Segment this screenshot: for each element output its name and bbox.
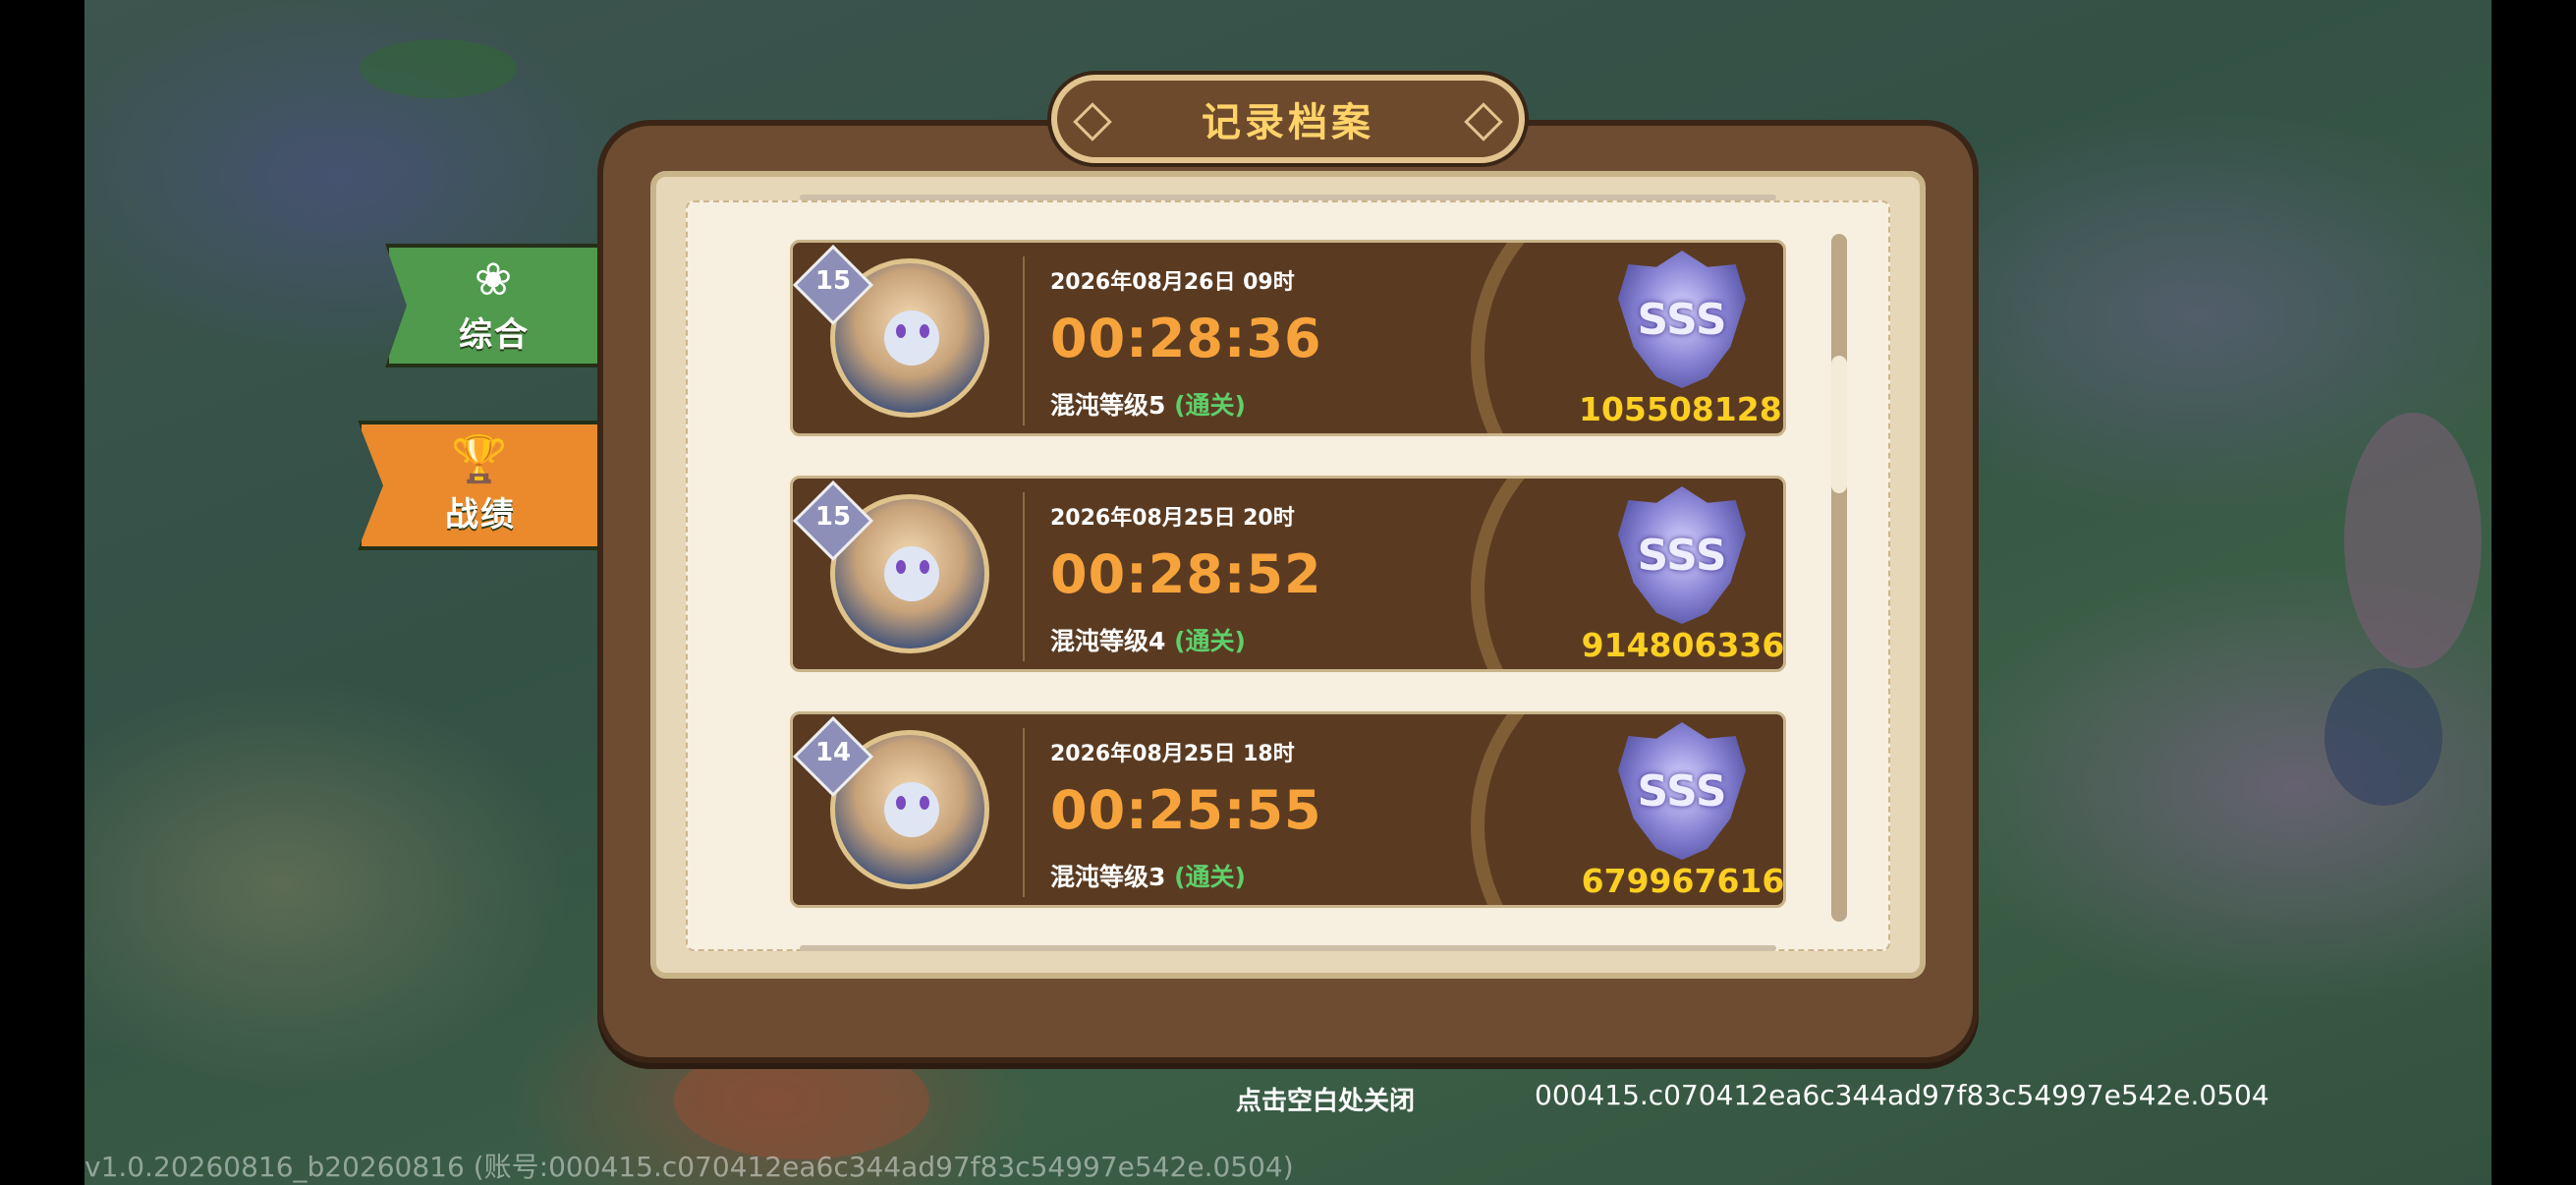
tab-records[interactable]: 🏆 战绩 bbox=[358, 421, 603, 550]
tab-comprehensive[interactable]: ❀ 综合 bbox=[385, 244, 603, 367]
level-number: 15 bbox=[814, 502, 852, 532]
divider bbox=[1023, 728, 1025, 897]
record-date: 2026年08月25日 20时 bbox=[1050, 506, 1295, 531]
tab-label: 战绩 bbox=[445, 494, 516, 535]
cleared-status: (通关) bbox=[1174, 863, 1246, 891]
trophy-icon: 🏆 bbox=[451, 431, 510, 485]
avatar-eye bbox=[920, 796, 929, 810]
avatar-face bbox=[884, 310, 939, 366]
avatar-face bbox=[884, 782, 939, 837]
diamond-ornament-icon bbox=[1464, 102, 1503, 141]
avatar-eye bbox=[920, 560, 929, 574]
avatar-eye bbox=[896, 560, 906, 574]
divider bbox=[1023, 492, 1025, 661]
clear-time: 00:28:36 bbox=[1050, 308, 1322, 369]
record-score: 1055081280 bbox=[1579, 390, 1786, 428]
stage-name: 混沌等级5 bbox=[1050, 391, 1166, 420]
stage-name: 混沌等级3 bbox=[1050, 863, 1166, 891]
panel-title: 记录档案 bbox=[1202, 100, 1374, 145]
cleared-status: (通关) bbox=[1174, 391, 1246, 420]
scrollbar-thumb[interactable] bbox=[1831, 356, 1847, 493]
tab-label: 综合 bbox=[459, 314, 530, 355]
record-date: 2026年08月26日 09时 bbox=[1050, 270, 1295, 295]
scrollbar-track[interactable] bbox=[1831, 234, 1847, 922]
clear-time: 00:25:55 bbox=[1050, 779, 1322, 841]
stage-label: 混沌等级4 (通关) bbox=[1050, 622, 1246, 657]
stage-label: 混沌等级3 (通关) bbox=[1050, 858, 1246, 893]
avatar-face bbox=[884, 546, 939, 601]
divider bbox=[1023, 256, 1025, 425]
record-card[interactable]: 14 2026年08月25日 18时 00:25:55 混沌等级3 (通关) S… bbox=[790, 711, 1786, 908]
divider bbox=[800, 195, 1776, 200]
version-text: v1.0.20260816_b20260816 (账号:000415.c0704… bbox=[84, 1151, 1294, 1183]
level-number: 15 bbox=[814, 266, 852, 296]
stage-label: 混沌等级5 (通关) bbox=[1050, 386, 1246, 422]
level-number: 14 bbox=[814, 738, 852, 767]
panel-title-banner: 记录档案 bbox=[1051, 75, 1525, 163]
avatar-eye bbox=[920, 324, 929, 338]
diamond-ornament-icon bbox=[1073, 102, 1112, 141]
record-card[interactable]: 15 2026年08月26日 09时 00:28:36 混沌等级5 (通关) S… bbox=[790, 240, 1786, 436]
avatar-eye bbox=[896, 796, 906, 810]
close-hint: 点击空白处关闭 bbox=[1236, 1087, 1416, 1116]
record-card[interactable]: 15 2026年08月25日 20时 00:28:52 混沌等级4 (通关) S… bbox=[790, 476, 1786, 672]
divider bbox=[800, 945, 1776, 951]
clear-time: 00:28:52 bbox=[1050, 543, 1322, 605]
record-date: 2026年08月25日 18时 bbox=[1050, 742, 1295, 766]
stage-name: 混沌等级4 bbox=[1050, 627, 1166, 655]
record-score: 914806336 bbox=[1581, 626, 1785, 664]
account-id: 000415.c070412ea6c344ad97f83c54997e542e.… bbox=[1535, 1079, 2269, 1111]
lotus-icon: ❀ bbox=[474, 252, 515, 306]
record-score: 679967616 bbox=[1581, 862, 1785, 900]
cleared-status: (通关) bbox=[1174, 627, 1246, 655]
avatar-eye bbox=[896, 324, 906, 338]
